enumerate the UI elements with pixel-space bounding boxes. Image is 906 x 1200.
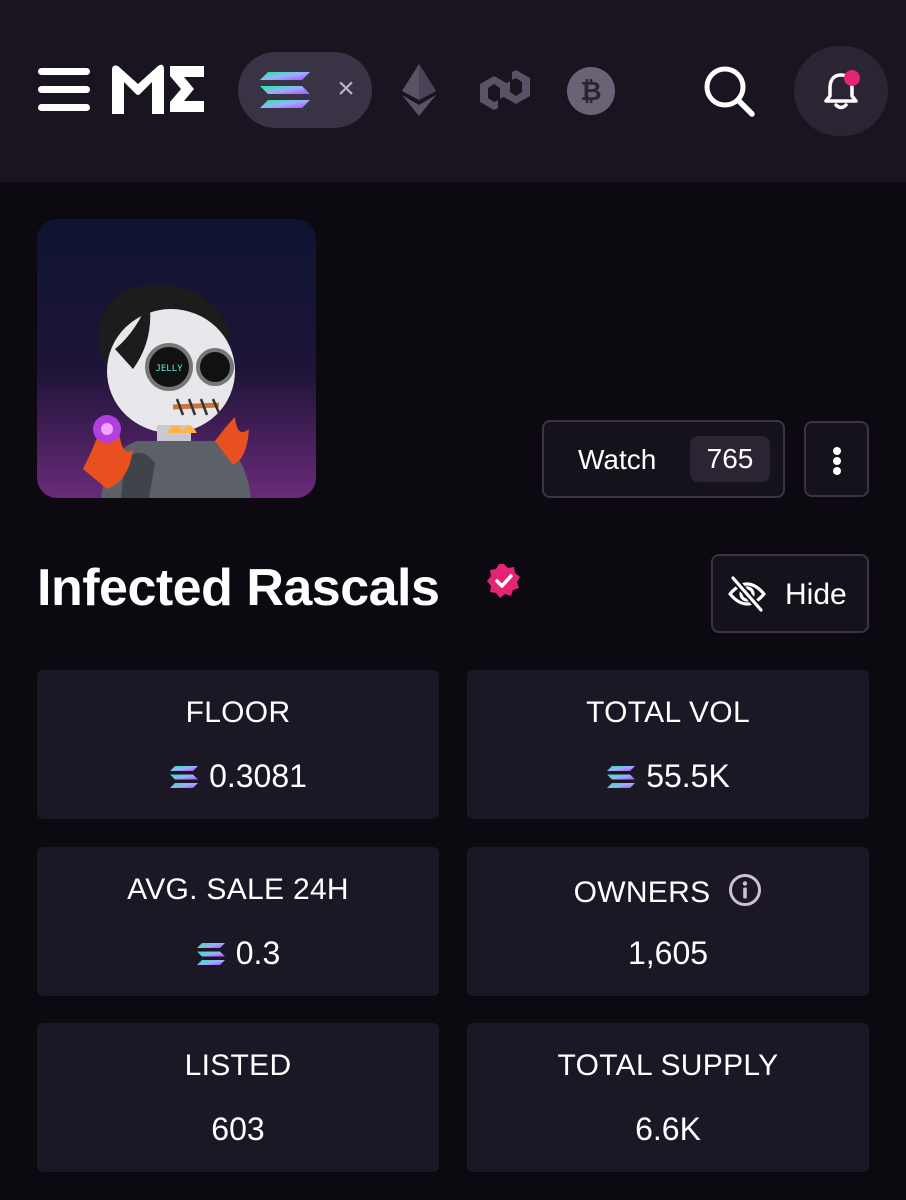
menu-icon[interactable] — [38, 66, 90, 112]
solana-icon — [196, 943, 225, 965]
stat-label: TOTAL SUPPLY — [557, 1049, 779, 1082]
stat-card-avg-sale: AVG. SALE 24H 0.3 — [37, 847, 439, 996]
svg-text:₿: ₿ — [580, 77, 601, 107]
goggle-text: JELLY — [155, 364, 183, 374]
chain-filter-solana[interactable]: × — [238, 52, 372, 128]
info-icon[interactable] — [728, 873, 762, 907]
stat-label: OWNERS — [467, 873, 869, 910]
stat-card-total-supply: TOTAL SUPPLY 6.6K — [467, 1023, 869, 1172]
solana-icon — [260, 72, 310, 108]
watch-button[interactable]: Watch 765 — [542, 420, 785, 498]
stat-value: 6.6K — [635, 1111, 701, 1147]
watch-label: Watch — [578, 444, 657, 475]
notifications-button[interactable] — [794, 46, 888, 136]
stat-card-floor: FLOOR 0.3081 — [37, 670, 439, 819]
stat-label: LISTED — [184, 1049, 292, 1082]
stat-card-total-vol: TOTAL VOL 55.5K — [467, 670, 869, 819]
stat-card-owners: OWNERS 1,605 — [467, 847, 869, 996]
solana-icon — [607, 766, 636, 788]
collection-name: Infected Rascals — [37, 559, 440, 617]
hide-button[interactable]: Hide — [711, 554, 869, 633]
stat-label: FLOOR — [185, 696, 291, 729]
stat-label: TOTAL VOL — [586, 696, 750, 729]
stat-value: 55.5K — [467, 758, 869, 794]
notification-badge — [844, 70, 860, 86]
eye-off-icon — [728, 576, 766, 612]
polygon-icon[interactable] — [474, 64, 536, 116]
stat-value: 0.3 — [37, 935, 439, 971]
solana-icon — [170, 766, 199, 788]
ethereum-icon[interactable] — [400, 64, 438, 116]
stat-label: AVG. SALE 24H — [127, 873, 349, 906]
stat-card-listed: LISTED 603 — [37, 1023, 439, 1172]
bitcoin-icon[interactable]: ₿ — [566, 66, 616, 116]
stat-value: 0.3081 — [37, 758, 439, 794]
magic-eden-logo[interactable] — [108, 60, 206, 118]
close-icon[interactable]: × — [334, 72, 358, 106]
collection-avatar-image: JELLY — [37, 219, 316, 498]
search-icon[interactable] — [702, 64, 756, 118]
stat-value: 603 — [211, 1111, 265, 1147]
verified-badge-icon — [487, 564, 520, 598]
stat-value: 1,605 — [627, 935, 709, 971]
top-bar: × ₿ — [0, 0, 906, 182]
watch-count-badge: 765 — [690, 436, 770, 482]
hide-label: Hide — [785, 578, 847, 611]
more-options-button[interactable] — [804, 421, 869, 497]
